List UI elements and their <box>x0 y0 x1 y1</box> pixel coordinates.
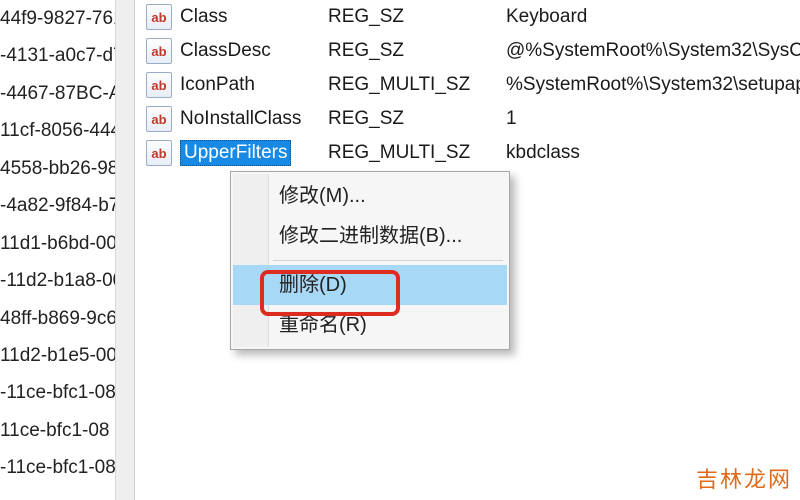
tree-item[interactable]: 11d2-b1e5-00 <box>0 337 134 374</box>
tree-item[interactable]: 11cf-8056-444 <box>0 112 134 149</box>
value-row[interactable]: Class REG_SZ Keyboard <box>146 0 800 34</box>
menu-separator <box>273 260 503 261</box>
tree-item[interactable]: -11ce-bfc1-08 <box>0 374 134 411</box>
tree-item[interactable]: -11ce-bfc1-08 <box>0 449 134 486</box>
value-row[interactable]: ClassDesc REG_SZ @%SystemRoot%\System32\… <box>146 34 800 68</box>
string-value-icon <box>146 140 172 166</box>
menu-item-delete[interactable]: 删除(D) <box>233 265 507 305</box>
value-data: 1 <box>506 108 800 130</box>
value-name: UpperFilters <box>180 140 328 166</box>
value-name: NoInstallClass <box>180 108 328 130</box>
tree-item[interactable]: -4131-a0c7-d7 <box>0 37 134 74</box>
tree-item[interactable]: 44f9-9827-761 <box>0 0 134 37</box>
string-value-icon <box>146 38 172 64</box>
value-type: REG_SZ <box>328 6 506 28</box>
value-data: @%SystemRoot%\System32\SysClass <box>506 40 800 62</box>
tree-item[interactable]: 48ff-b869-9c6 <box>0 300 134 337</box>
tree-item[interactable]: 11d1-b6bd-00 <box>0 225 134 262</box>
value-type: REG_SZ <box>328 108 506 130</box>
value-row[interactable]: IconPath REG_MULTI_SZ %SystemRoot%\Syste… <box>146 68 800 102</box>
string-value-icon <box>146 4 172 30</box>
value-data: kbdclass <box>506 142 800 164</box>
value-type: REG_MULTI_SZ <box>328 74 506 96</box>
value-data: Keyboard <box>506 6 800 28</box>
value-row-selected[interactable]: UpperFilters REG_MULTI_SZ kbdclass <box>146 136 800 170</box>
value-name: Class <box>180 6 328 28</box>
tree-item[interactable]: -11d2-b1a8-00 <box>0 262 134 299</box>
registry-tree-panel[interactable]: 44f9-9827-761 -4131-a0c7-d7 -4467-87BC-A… <box>0 0 135 500</box>
value-type: REG_MULTI_SZ <box>328 142 506 164</box>
value-type: REG_SZ <box>328 40 506 62</box>
tree-item[interactable]: -4a82-9f84-b7 <box>0 187 134 224</box>
tree-item[interactable]: -4467-87BC-A <box>0 75 134 112</box>
menu-item-modify[interactable]: 修改(M)... <box>233 176 507 216</box>
tree-item[interactable]: 11ce-bfc1-08 <box>0 412 134 449</box>
value-name: ClassDesc <box>180 40 328 62</box>
menu-item-rename[interactable]: 重命名(R) <box>233 305 507 345</box>
tree-item[interactable]: 4558-bb26-98 <box>0 150 134 187</box>
string-value-icon <box>146 72 172 98</box>
value-data: %SystemRoot%\System32\setupapi. <box>506 74 800 96</box>
context-menu[interactable]: 修改(M)... 修改二进制数据(B)... 删除(D) 重命名(R) <box>230 171 510 350</box>
value-row[interactable]: NoInstallClass REG_SZ 1 <box>146 102 800 136</box>
string-value-icon <box>146 106 172 132</box>
selected-value-name: UpperFilters <box>180 140 291 166</box>
menu-item-modify-binary[interactable]: 修改二进制数据(B)... <box>233 216 507 256</box>
value-name: IconPath <box>180 74 328 96</box>
watermark-text: 吉林龙网 <box>696 462 792 494</box>
